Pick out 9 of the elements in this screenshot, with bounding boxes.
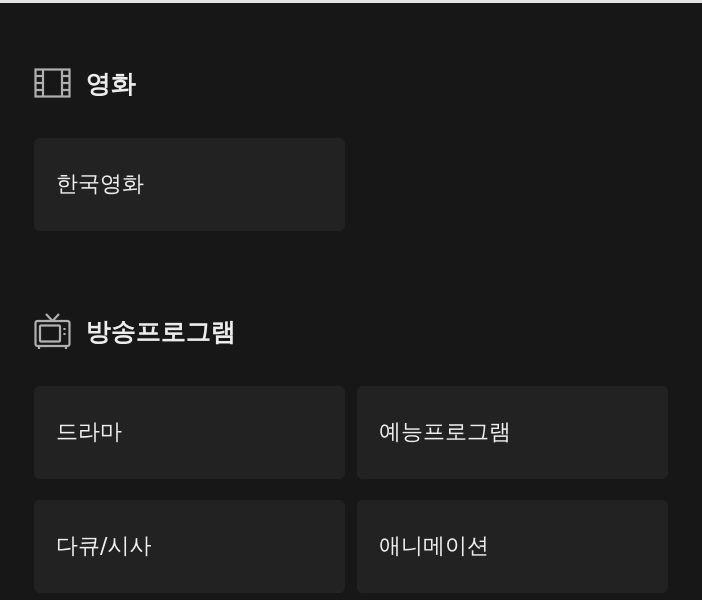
film-strip-icon [34, 68, 71, 98]
category-card[interactable]: 드라마 [34, 386, 345, 479]
category-card[interactable]: 한국영화 [34, 138, 345, 231]
category-card[interactable]: 예능프로그램 [357, 386, 668, 479]
category-card[interactable]: 애니메이션 [357, 500, 668, 593]
tv-icon [34, 312, 71, 350]
section-heading: 방송프로그램 [86, 318, 236, 344]
category-card[interactable]: 다큐/시사 [34, 500, 345, 593]
section-heading: 영화 [86, 70, 136, 96]
